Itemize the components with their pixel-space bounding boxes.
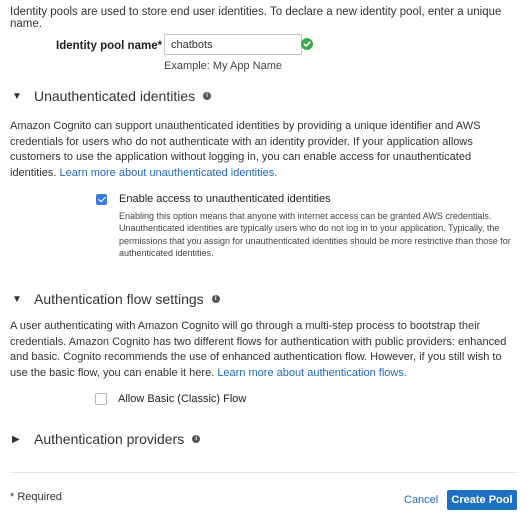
- unauth-learn-more-link[interactable]: Learn more about unauthenticated identit…: [60, 167, 278, 179]
- unauth-section-toggle[interactable]: ▼ Unauthenticated identities i: [12, 88, 212, 104]
- basic-flow-checkbox[interactable]: [95, 393, 107, 405]
- auth-providers-section-title: Authentication providers: [34, 431, 185, 447]
- unauth-description: Amazon Cognito can support unauthenticat…: [10, 119, 520, 181]
- pool-name-label: Identity pool name*: [56, 40, 163, 52]
- caret-down-icon: ▼: [12, 90, 22, 102]
- info-icon[interactable]: i: [211, 295, 220, 303]
- check-circle-icon: [301, 38, 313, 50]
- unauth-help-text: Enabling this option means that anyone w…: [119, 211, 511, 258]
- caret-down-icon: ▼: [12, 293, 22, 305]
- unauth-checkbox-label[interactable]: Enable access to unauthenticated identit…: [119, 193, 331, 205]
- unauth-section-title: Unauthenticated identities: [34, 88, 196, 104]
- info-icon[interactable]: i: [203, 92, 212, 100]
- unauth-checkbox-row[interactable]: Enable access to unauthenticated identit…: [96, 193, 331, 205]
- auth-flow-description: A user authenticating with Amazon Cognit…: [10, 319, 520, 381]
- intro-text: Identity pools are used to store end use…: [10, 6, 502, 30]
- caret-right-icon: ▶: [12, 433, 20, 445]
- pool-name-example: Example: My App Name: [164, 60, 282, 72]
- pool-name-input[interactable]: [164, 34, 302, 55]
- required-note: * Required: [10, 491, 62, 503]
- info-icon[interactable]: i: [192, 435, 201, 443]
- cancel-link[interactable]: Cancel: [404, 494, 438, 506]
- footer-divider: [10, 472, 518, 473]
- auth-flow-section-title: Authentication flow settings: [34, 291, 204, 307]
- auth-flow-learn-more-link[interactable]: Learn more about authentication flows.: [217, 367, 407, 379]
- auth-flow-section-toggle[interactable]: ▼ Authentication flow settings i: [12, 291, 220, 307]
- create-pool-button[interactable]: Create Pool: [447, 490, 517, 510]
- unauth-checkbox[interactable]: [96, 193, 107, 205]
- auth-providers-section-toggle[interactable]: ▶ Authentication providers i: [12, 431, 201, 447]
- basic-flow-checkbox-row[interactable]: Allow Basic (Classic) Flow: [95, 393, 246, 405]
- basic-flow-checkbox-label[interactable]: Allow Basic (Classic) Flow: [118, 393, 246, 405]
